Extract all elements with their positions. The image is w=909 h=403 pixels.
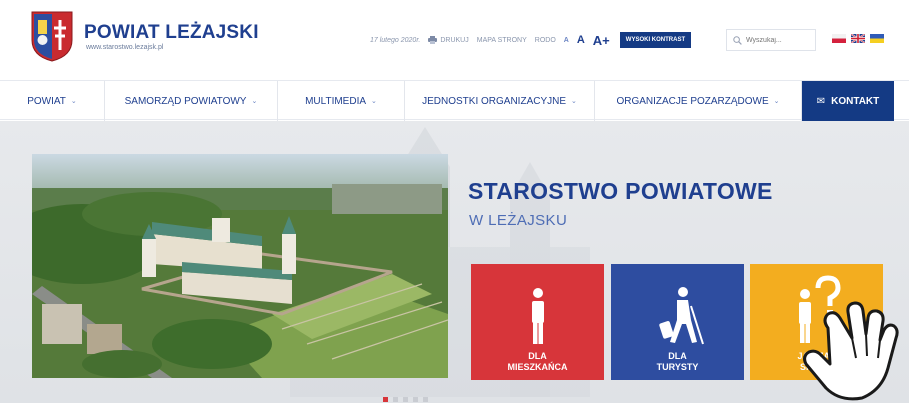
search-box — [726, 29, 816, 51]
font-size-medium-button[interactable]: A — [577, 34, 585, 46]
hero-subtitle: W LEŻAJSKU — [469, 212, 568, 229]
font-size-large-button[interactable]: A+ — [593, 33, 610, 48]
chevron-down-icon: ⌄ — [70, 98, 77, 105]
slider-pagination — [383, 397, 428, 402]
hero-section: STAROSTWO POWIATOWE W LEŻAJSKU DLA MIESZ… — [0, 121, 909, 403]
chevron-down-icon: ⌄ — [571, 98, 577, 105]
envelope-icon: ✉ — [816, 95, 826, 107]
slider-dot-2[interactable] — [393, 397, 398, 402]
sitemap-link[interactable]: MAPA STRONY — [477, 37, 527, 44]
current-date: 17 lutego 2020r. — [370, 36, 421, 44]
nav-item-samorzad[interactable]: SAMORZĄD POWIATOWY ⌄ — [105, 81, 278, 121]
chevron-down-icon: ⌄ — [251, 98, 258, 105]
print-icon — [428, 36, 438, 44]
site-title[interactable]: POWIAT LEŻAJSKI — [84, 22, 259, 44]
slider-dot-5[interactable] — [423, 397, 428, 402]
slider-dot-3[interactable] — [403, 397, 408, 402]
tile-dla-mieszkanca[interactable]: DLA MIESZKAŃCA — [471, 264, 604, 380]
rodo-link[interactable]: RODO — [535, 37, 556, 44]
tile-dla-turysty[interactable]: DLA TURYSTY — [611, 264, 744, 380]
chevron-down-icon: ⌄ — [371, 98, 377, 105]
nav-item-kontakt[interactable]: ✉ KONTAKT — [802, 81, 894, 121]
tile-label: DLA TURYSTY — [656, 351, 699, 372]
utility-bar: 17 lutego 2020r. DRUKUJ MAPA STRONY RODO… — [370, 30, 692, 50]
slider-dot-1[interactable] — [383, 397, 388, 402]
hero-title: STAROSTWO POWIATOWE — [468, 178, 773, 204]
nav-item-powiat[interactable]: POWIAT ⌄ — [0, 81, 105, 121]
english-flag-icon[interactable] — [851, 34, 865, 43]
site-url: www.starostwo.lezajsk.pl — [86, 44, 164, 51]
print-link[interactable]: DRUKUJ — [428, 36, 469, 44]
language-flags — [832, 34, 884, 43]
high-contrast-button[interactable]: WYSOKI KONTRAST — [619, 32, 692, 48]
search-icon[interactable] — [733, 35, 742, 45]
nav-item-multimedia[interactable]: MULTIMEDIA ⌄ — [278, 81, 405, 121]
print-label: DRUKUJ — [440, 36, 469, 44]
monastery-aerial-photo — [32, 154, 448, 378]
tile-label: DLA MIESZKAŃCA — [507, 351, 568, 372]
chevron-down-icon: ⌄ — [773, 98, 780, 105]
slider-dot-4[interactable] — [413, 397, 418, 402]
nav-item-organizacje[interactable]: ORGANIZACJE POZARZĄDOWE ⌄ — [595, 81, 802, 121]
pointer-hand-icon — [803, 301, 899, 401]
font-size-small-button[interactable]: A — [564, 37, 569, 44]
nav-item-jednostki[interactable]: JEDNOSTKI ORGANIZACYJNE ⌄ — [405, 81, 595, 121]
polish-flag-icon[interactable] — [832, 34, 846, 43]
ukrainian-flag-icon[interactable] — [870, 34, 884, 43]
site-header: POWIAT LEŻAJSKI www.starostwo.lezajsk.pl… — [0, 0, 909, 80]
coat-of-arms-logo[interactable] — [30, 10, 74, 62]
main-navigation: POWIAT ⌄ SAMORZĄD POWIATOWY ⌄ MULTIMEDIA ⌄ … — [0, 80, 909, 121]
search-input[interactable] — [746, 36, 810, 44]
